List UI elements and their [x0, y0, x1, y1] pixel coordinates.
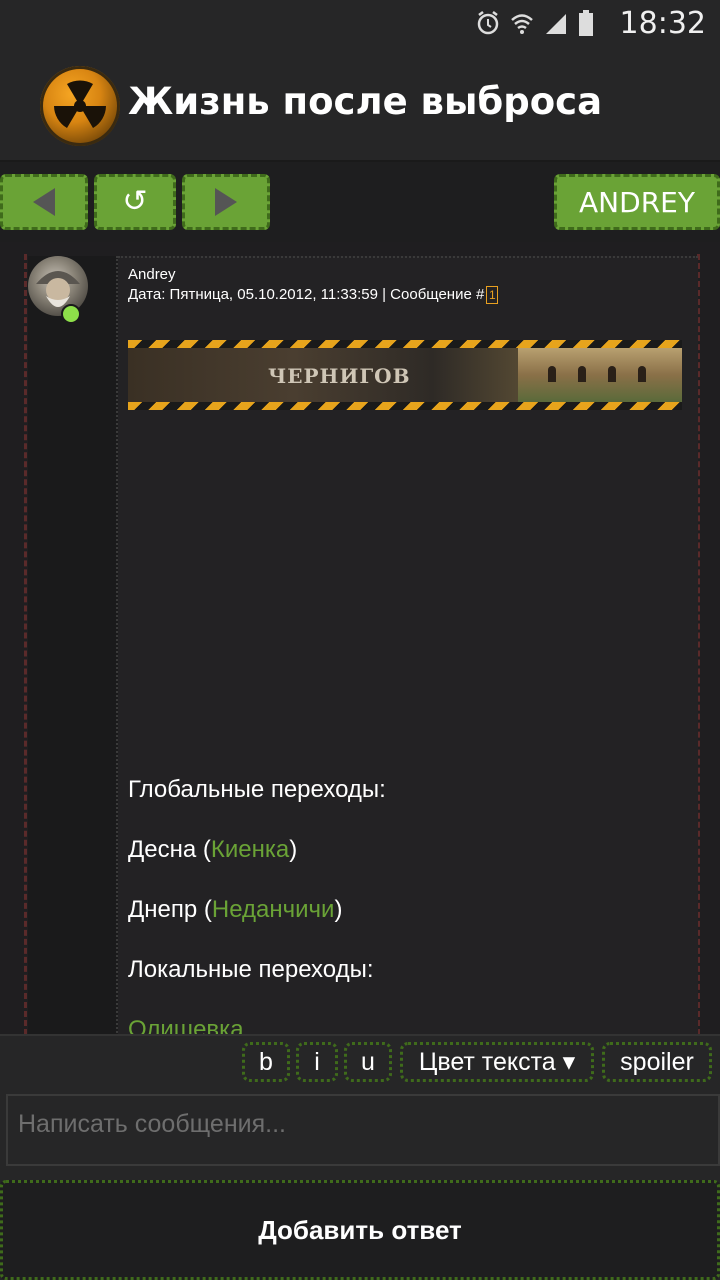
battery-icon [578, 10, 602, 36]
post-author[interactable]: Andrey [128, 266, 176, 283]
app-header: Жизнь после выброса [0, 48, 720, 160]
underline-button[interactable]: u [344, 1042, 392, 1082]
user-button[interactable]: ANDREY [554, 174, 720, 230]
signal-icon [544, 10, 568, 36]
radiation-icon [40, 66, 120, 146]
bold-button[interactable]: b [242, 1042, 290, 1082]
app-title: Жизнь после выброса [128, 80, 603, 123]
post-meta: Дата: Пятница, 05.10.2012, 11:33:59 | Со… [128, 286, 499, 305]
banner-building [518, 348, 682, 402]
italic-button[interactable]: i [296, 1042, 338, 1082]
text-color-dropdown[interactable]: Цвет текста ▾ [400, 1042, 594, 1082]
forward-button[interactable] [182, 174, 270, 230]
hazard-stripe-bottom [128, 402, 682, 410]
message-number-link[interactable]: 1 [486, 286, 499, 305]
post-date: Дата: Пятница, 05.10.2012, 11:33:59 | Со… [128, 286, 485, 303]
arrow-right-icon [215, 188, 237, 216]
status-bar: 18:32 [0, 0, 720, 48]
message-input[interactable] [8, 1096, 718, 1164]
link-olishevka[interactable]: Олишевка [128, 1016, 244, 1034]
refresh-icon: ↺ [122, 184, 148, 219]
status-icons [476, 10, 602, 36]
status-time: 18:32 [619, 6, 706, 41]
link-nedanchichi[interactable]: Неданчичи [212, 896, 335, 923]
refresh-button[interactable]: ↺ [94, 174, 176, 230]
post-line-global-heading: Глобальные переходы: [128, 776, 386, 803]
format-toolbar: b i u Цвет текста ▾ spoiler [0, 1034, 720, 1092]
back-button[interactable] [0, 174, 88, 230]
spoiler-button[interactable]: spoiler [602, 1042, 712, 1082]
post-line-olishevka: Олишевка [128, 1016, 244, 1034]
add-reply-button[interactable]: Добавить ответ [0, 1180, 720, 1280]
post-sidebar [28, 256, 118, 1034]
online-status-indicator [61, 304, 81, 324]
nav-toolbar: ↺ ANDREY [0, 160, 720, 244]
link-kienka[interactable]: Киенка [211, 836, 289, 863]
message-composer [6, 1094, 720, 1166]
post-line-desna: Десна (Киенка) [128, 836, 298, 863]
post-banner-image: ЧЕРНИГОВ [128, 340, 682, 410]
alarm-icon [476, 10, 500, 36]
post-line-dnepr: Днепр (Неданчичи) [128, 896, 343, 923]
hazard-stripe-top [128, 340, 682, 348]
arrow-left-icon [33, 188, 55, 216]
banner-text: ЧЕРНИГОВ [268, 364, 411, 388]
wifi-icon [510, 10, 534, 36]
post-line-local-heading: Локальные переходы: [128, 956, 374, 983]
post-container[interactable]: Andrey Дата: Пятница, 05.10.2012, 11:33:… [0, 242, 720, 1034]
